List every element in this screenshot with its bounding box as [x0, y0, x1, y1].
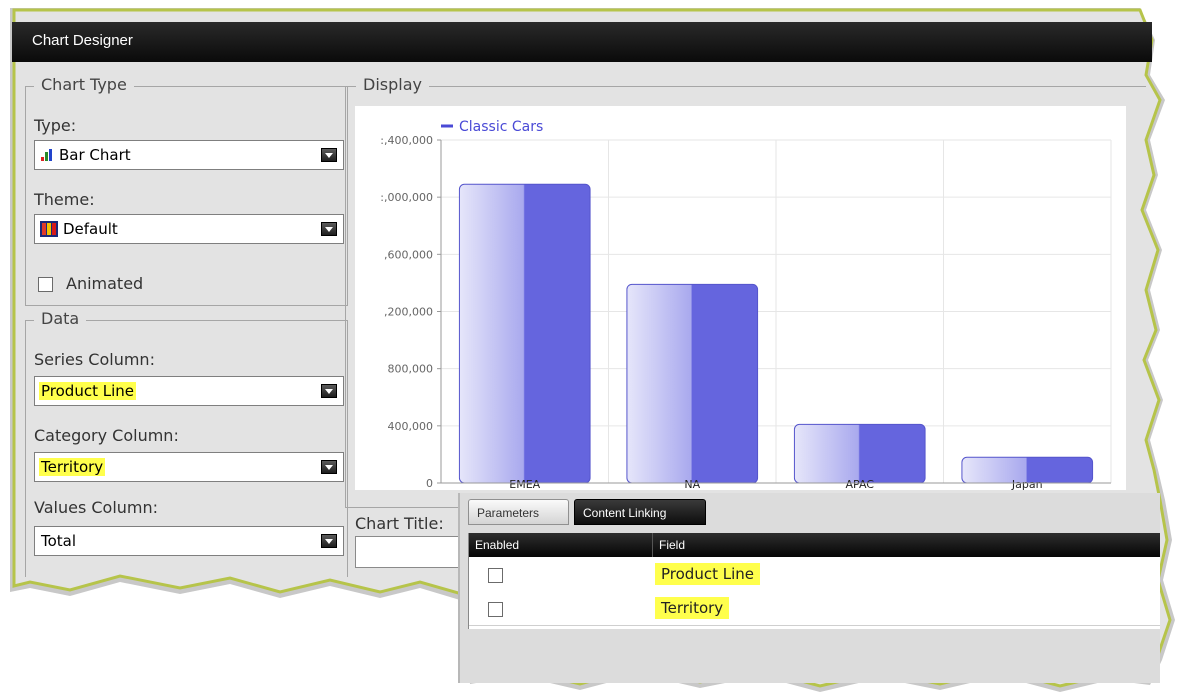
chart-type-legend: Chart Type — [34, 75, 134, 94]
animated-checkbox[interactable] — [38, 277, 53, 292]
y-tick-label: 800,000 — [388, 363, 434, 376]
y-tick-label: 400,000 — [388, 420, 434, 433]
chevron-down-icon[interactable] — [321, 148, 337, 162]
y-tick-label: :,400,000 — [380, 134, 433, 147]
category-column-select[interactable]: Territory — [34, 452, 344, 482]
legend-series-name: Classic Cars — [459, 119, 543, 135]
chevron-down-icon[interactable] — [321, 460, 337, 474]
tab-parameters[interactable]: Parameters — [468, 499, 569, 525]
chart-plot-area: :,400,000 :,000,000 ,600,000 ,200,000 800,00… — [355, 106, 1126, 490]
series-column-label: Series Column: — [34, 350, 155, 369]
table-row[interactable]: Territory — [469, 591, 1160, 626]
window-titlebar: Chart Designer — [12, 22, 1152, 62]
bar-chart-icon — [41, 149, 52, 161]
x-tick-label: Japan — [1011, 478, 1043, 490]
tab-content-linking[interactable]: Content Linking — [574, 499, 706, 525]
chart-title-input[interactable] — [355, 536, 467, 568]
x-tick-label: APAC — [846, 478, 875, 490]
column-separator — [652, 533, 653, 557]
chevron-down-icon[interactable] — [321, 384, 337, 398]
bar — [626, 283, 759, 484]
field-name: Product Line — [655, 563, 760, 585]
y-tick-label: 0 — [426, 477, 433, 490]
chart-title-label: Chart Title: — [355, 514, 444, 533]
x-tick-label: NA — [684, 478, 700, 490]
x-tick-label: EMEA — [509, 478, 540, 490]
series-column-select[interactable]: Product Line — [34, 376, 344, 406]
theme-label: Theme: — [34, 190, 95, 209]
theme-palette-icon — [40, 221, 58, 237]
chevron-down-icon[interactable] — [321, 534, 337, 548]
category-column-label: Category Column: — [34, 426, 179, 445]
values-column-value: Total — [41, 532, 77, 550]
values-column-select[interactable]: Total — [34, 526, 344, 556]
series-column-value: Product Line — [39, 382, 136, 400]
theme-select[interactable]: Default — [34, 214, 344, 244]
data-legend: Data — [34, 309, 87, 328]
chevron-down-icon[interactable] — [321, 222, 337, 236]
table-row[interactable]: Product Line — [469, 557, 1160, 592]
y-tick-label: ,200,000 — [384, 306, 433, 319]
bar-chart: :,400,000 :,000,000 ,600,000 ,200,000 800,00… — [380, 119, 1112, 490]
field-name: Territory — [655, 597, 730, 619]
window-title: Chart Designer — [32, 32, 133, 49]
grid-header: Enabled Field — [469, 533, 1160, 557]
enabled-checkbox[interactable] — [488, 568, 503, 583]
category-column-value: Territory — [39, 458, 106, 476]
properties-panel: Parameters Content Linking Enabled Field… — [458, 493, 1160, 683]
enabled-checkbox[interactable] — [488, 602, 503, 617]
animated-label: Animated — [66, 274, 144, 293]
values-column-label: Values Column: — [34, 498, 159, 517]
bar — [793, 423, 926, 484]
type-value: Bar Chart — [59, 146, 131, 164]
display-legend: Display — [356, 75, 429, 94]
theme-value: Default — [63, 220, 118, 238]
type-label: Type: — [34, 116, 77, 135]
bar — [458, 183, 591, 484]
header-field[interactable]: Field — [659, 538, 685, 552]
y-tick-label: :,000,000 — [380, 191, 433, 204]
header-enabled[interactable]: Enabled — [475, 538, 519, 552]
type-select[interactable]: Bar Chart — [34, 140, 344, 170]
y-tick-label: ,600,000 — [384, 248, 433, 261]
content-linking-grid: Enabled Field Product Line Territory — [468, 533, 1160, 629]
